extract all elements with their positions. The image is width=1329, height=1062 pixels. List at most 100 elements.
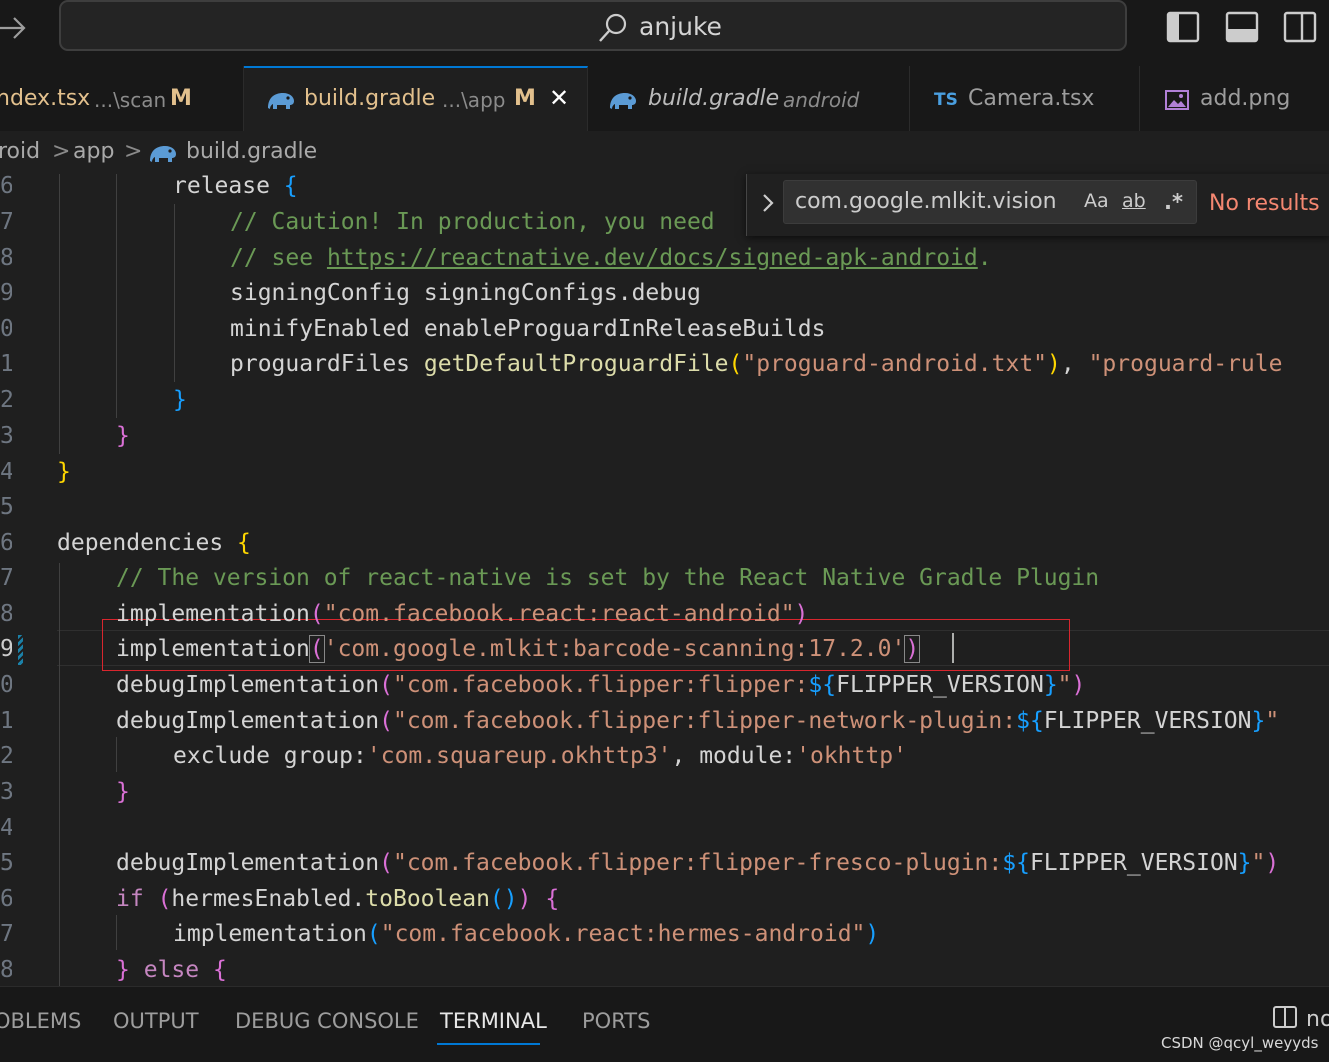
modified-badge: M [514,86,536,111]
code-line: } [173,387,187,413]
find-input-value: com.google.mlkit.vision.DI [795,189,1057,214]
line-number: 7 [0,209,12,235]
line-number: 6 [0,886,12,912]
code-line: if (hermesEnabled.toBoolean()) { [116,886,560,912]
modified-badge: M [170,86,192,111]
line-number: 7 [0,921,12,947]
line-number: 7 [0,565,12,591]
watermark-text: CSDN @qcyl_weyyds [1161,1034,1319,1052]
indent-guide [116,174,117,418]
line-number: 6 [0,174,12,199]
line-number: 3 [0,779,12,805]
indent-guide [59,174,60,454]
match-case-toggle[interactable]: Aa [1084,190,1109,212]
line-number: 6 [0,530,12,556]
tab-terminal[interactable]: TERMINAL [440,1009,547,1033]
tab-ports[interactable]: PORTS [582,1009,650,1033]
text-cursor [952,633,954,663]
code-line: debugImplementation("com.facebook.flippe… [116,672,1086,698]
breadcrumb-item-app[interactable]: app [73,139,114,164]
gradle-elephant-icon [150,146,176,162]
line-number: 9 [0,280,12,306]
workspace-name: anjuke [639,12,722,41]
code-line: debugImplementation("com.facebook.flippe… [116,850,1280,876]
match-whole-word-toggle[interactable]: ab [1122,190,1146,212]
tab-label: add.png [1200,86,1291,111]
code-line: proguardFiles getDefaultProguardFile("pr… [230,351,1283,377]
line-number: 9 [0,636,12,662]
code-line: dependencies { [57,530,251,556]
line-number: 5 [0,494,12,520]
tab-build-gradle-app[interactable]: build.gradle ...\app M ✕ [244,66,588,131]
code-line: debugImplementation("com.facebook.flippe… [116,708,1280,734]
tab-build-gradle-android[interactable]: build.gradle android [588,66,910,131]
code-line: // see https://reactnative.dev/docs/sign… [230,245,992,271]
code-line: exclude group:'com.squareup.okhttp3', mo… [173,743,907,769]
indent-guide [116,915,117,950]
command-center-search[interactable]: anjuke [59,0,1127,51]
line-number: 4 [0,459,12,485]
bottom-panel: OBLEMS OUTPUT DEBUG CONSOLE TERMINAL POR… [0,986,1329,1062]
code-line: // Caution! In production, you need [230,209,715,235]
toggle-primary-sidebar-icon[interactable] [1165,10,1201,44]
code-line: implementation("com.facebook.react:herme… [173,921,880,947]
line-number: 1 [0,351,12,377]
toggle-panel-icon[interactable] [1224,10,1260,44]
line-number: 5 [0,850,12,876]
tab-label: ndex.tsx [0,86,91,111]
tab-output[interactable]: OUTPUT [113,1009,199,1033]
line-number: 8 [0,957,12,983]
title-bar: anjuke [0,0,1329,66]
terminal-name[interactable]: no [1306,1007,1329,1032]
breadcrumb-item-build-gradle[interactable]: build.gradle [186,139,317,164]
gradle-elephant-icon [268,93,294,109]
find-input[interactable]: com.google.mlkit.vision.DI Aa ab .* [783,180,1197,224]
code-line: // The version of react-native is set by… [116,565,1100,591]
tab-label: Camera.tsx [968,86,1095,111]
code-line: } else { [116,957,227,983]
tab-camera-tsx[interactable]: TS Camera.tsx [910,66,1140,131]
indent-guide [116,737,117,772]
active-tab-indicator [437,1043,540,1045]
code-line: signingConfig signingConfigs.debug [230,280,701,306]
modified-line-indicator [18,635,23,665]
tab-label: build.gradle [304,86,436,111]
image-file-icon [1165,90,1189,110]
code-editor[interactable]: 6 7 8 9 0 1 2 3 4 5 6 7 8 9 0 1 2 3 4 5 6 7 8 release { // Cau… [0,174,1329,986]
tab-label: build.gradle [648,86,780,111]
code-line: release { [173,174,298,199]
tab-index-tsx[interactable]: ndex.tsx ...\scan M [0,66,244,131]
tab-description: ...\scan [94,88,167,112]
search-icon [599,13,627,42]
chevron-right-icon[interactable] [755,188,781,218]
line-number: 3 [0,423,12,449]
indent-guide [59,563,60,986]
editor-tabs: ndex.tsx ...\scan M build.gradle ...\app… [0,66,1329,131]
tab-problems[interactable]: OBLEMS [0,1009,81,1033]
code-link[interactable]: https://reactnative.dev/docs/signed-apk-… [327,245,978,271]
indent-guide [174,204,175,382]
breadcrumb-item-android[interactable]: roid [0,139,40,164]
use-regex-toggle[interactable]: .* [1164,190,1183,214]
code-line: } [116,423,130,449]
gradle-elephant-icon [610,93,636,109]
arrow-right-icon[interactable] [0,14,30,42]
line-number: 8 [0,245,12,271]
tab-add-png[interactable]: add.png [1140,66,1329,131]
line-number: 2 [0,743,12,769]
line-number: 2 [0,387,12,413]
code-line: } [116,779,130,805]
code-line: implementation("com.facebook.react:react… [116,601,809,627]
line-number: 0 [0,672,12,698]
close-tab-icon[interactable]: ✕ [549,84,575,112]
find-widget: com.google.mlkit.vision.DI Aa ab .* No r… [746,174,1329,236]
line-number: 8 [0,601,12,627]
toggle-secondary-sidebar-icon[interactable] [1282,10,1318,44]
tab-debug-console[interactable]: DEBUG CONSOLE [235,1009,419,1033]
breadcrumb: roid > app > build.gradle [0,131,1329,174]
breadcrumb-separator: > [124,139,143,164]
breadcrumb-separator: > [52,139,71,164]
tab-description: android [783,88,860,112]
code-line: } [57,459,71,485]
split-terminal-icon[interactable] [1272,1004,1298,1030]
